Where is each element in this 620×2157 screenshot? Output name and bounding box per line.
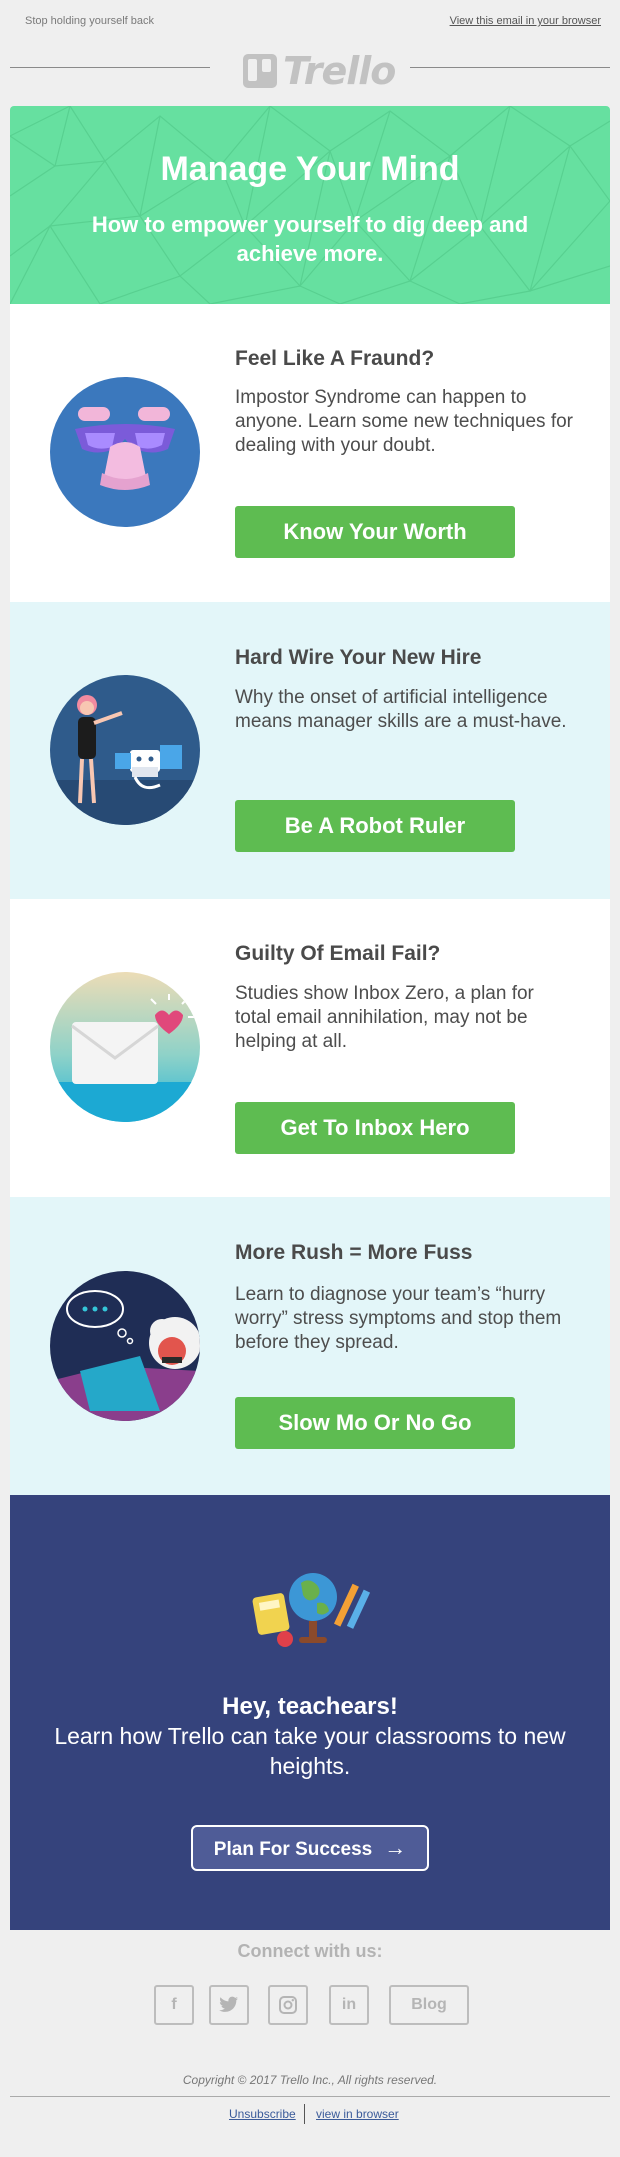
plan-for-success-label: Plan For Success (213, 1839, 373, 1860)
slow-mo-or-no-go-button[interactable]: Slow Mo Or No Go (235, 1397, 515, 1449)
instagram-icon[interactable] (268, 1985, 308, 2025)
view-in-browser-footer-link[interactable]: view in browser (316, 2107, 399, 2121)
blog-link[interactable]: Blog (389, 1985, 469, 2025)
linkedin-icon[interactable]: in (329, 1985, 369, 2025)
footer-separator (304, 2104, 305, 2124)
preheader-text: Stop holding yourself back (25, 15, 155, 27)
manager-robot-illustration (50, 675, 200, 825)
trello-board-icon (243, 54, 277, 88)
hero-subtitle: How to empower yourself to dig deep and … (91, 212, 529, 266)
arrow-right-icon: → (384, 1835, 407, 1860)
article-new-hire: Hard Wire Your New Hire Why the onset of… (10, 602, 610, 899)
article-impostor-syndrome: Feel Like A Fraund? Impostor Syndrome ca… (10, 304, 610, 602)
hero-title: Manage Your Mind (160, 150, 460, 188)
disguise-face-illustration (50, 377, 200, 527)
know-your-worth-button[interactable]: Know Your Worth (235, 506, 515, 558)
article-body: Why the onset of artificial intelligence… (235, 687, 567, 732)
logo-wordmark: Trello (283, 49, 396, 93)
footer-divider (10, 2096, 610, 2097)
teachers-heading: Hey, teachears! (222, 1693, 398, 1720)
preheader-bar: Stop holding yourself back View this ema… (0, 0, 620, 40)
copyright-text: Copyright © 2017 Trello Inc., All rights… (182, 2073, 438, 2087)
get-to-inbox-hero-button[interactable]: Get To Inbox Hero (235, 1102, 515, 1154)
unsubscribe-link[interactable]: Unsubscribe (229, 2107, 296, 2121)
plan-for-success-button[interactable]: Plan For Success → (191, 1825, 429, 1871)
article-inbox-zero: Guilty Of Email Fail? Studies show Inbox… (10, 899, 610, 1197)
article-title: More Rush = More Fuss (235, 1241, 473, 1264)
hero-banner: Manage Your Mind How to empower yourself… (10, 106, 610, 304)
facebook-icon[interactable]: f (154, 1985, 194, 2025)
divider-right (410, 67, 610, 68)
be-a-robot-ruler-button[interactable]: Be A Robot Ruler (235, 800, 515, 852)
article-title: Guilty Of Email Fail? (235, 942, 441, 965)
article-title: Hard Wire Your New Hire (235, 646, 482, 669)
classroom-supplies-illustration (252, 1573, 371, 1647)
view-in-browser-link[interactable]: View this email in your browser (450, 15, 601, 27)
connect-heading: Connect with us: (237, 1941, 383, 1961)
trello-logo[interactable]: Trello (243, 49, 396, 94)
envelope-heart-illustration (50, 972, 200, 1122)
triangle-pattern-background (10, 106, 610, 304)
logo-row: Trello (0, 46, 620, 96)
article-hurry-worry: More Rush = More Fuss Learn to diagnose … (10, 1197, 610, 1495)
stressed-person-illustration (50, 1271, 200, 1421)
teachers-promo: Hey, teachears! Learn how Trello can tak… (10, 1495, 610, 1930)
article-body: Learn to diagnose your team’s “hurry wor… (235, 1284, 562, 1353)
twitter-icon[interactable] (209, 1985, 249, 2025)
teachers-message: Learn how Trello can take your classroom… (54, 1723, 566, 1779)
divider-left (10, 67, 210, 68)
article-title: Feel Like A Fraund? (235, 347, 435, 370)
article-body: Studies show Inbox Zero, a plan for tota… (235, 983, 534, 1052)
article-body: Impostor Syndrome can happen to anyone. … (235, 387, 573, 456)
